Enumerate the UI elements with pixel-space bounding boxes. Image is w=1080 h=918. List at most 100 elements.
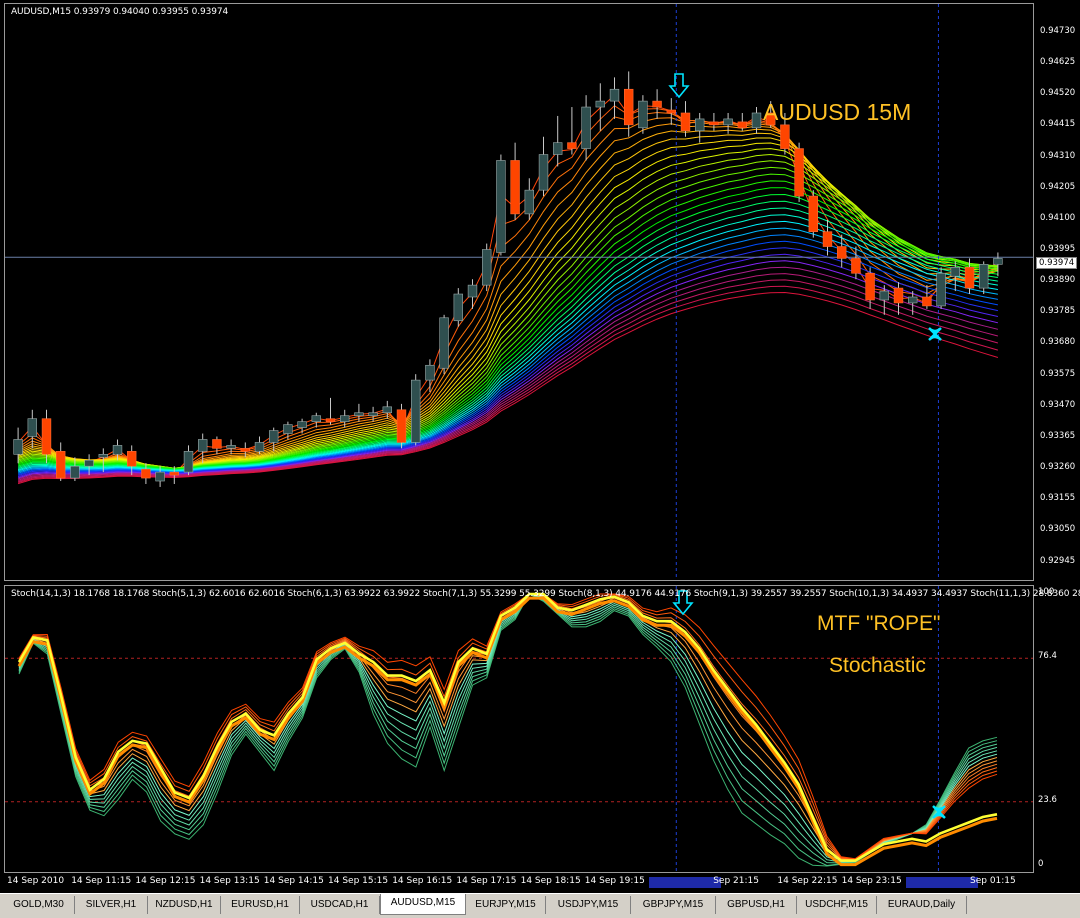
price-tick-label: 0.94625	[1040, 57, 1076, 67]
bull-candle	[268, 430, 279, 443]
ma-ribbon-line	[17, 253, 999, 478]
price-chart-canvas[interactable]	[5, 4, 1033, 580]
ma-ribbon-line	[17, 142, 998, 469]
bull-candle	[339, 415, 350, 422]
time-tick-label	[649, 877, 721, 888]
chart-tab[interactable]: SILVER,H1	[75, 896, 148, 914]
bear-candle	[567, 142, 577, 149]
bull-candle	[467, 284, 478, 298]
bear-candle	[623, 88, 634, 126]
price-tick-label: 0.92945	[1040, 555, 1076, 566]
bull-candle	[538, 154, 549, 191]
bear-candle	[709, 121, 719, 126]
oscillator-pane[interactable]: Stoch(14,1,3) 18.1768 18.1768 Stoch(5,1,…	[4, 585, 1080, 873]
time-tick-label: 14 Sep 12:15	[135, 876, 196, 886]
bear-candle	[836, 246, 847, 259]
bear-candle	[396, 409, 407, 443]
time-tick-label: 14 Sep 14:15	[263, 876, 324, 886]
bull-candle	[410, 379, 421, 443]
bear-candle	[964, 267, 975, 289]
ma-ribbon-line	[17, 137, 998, 470]
time-tick-label: 14 Sep 16:15	[392, 876, 453, 886]
price-tick-label: 0.93890	[1040, 275, 1076, 286]
price-tick-label: 0.94730	[1040, 25, 1076, 36]
chart-title-overlay: AUDUSD 15M	[763, 99, 912, 125]
bull-candle	[112, 445, 123, 455]
chart-tab[interactable]: USDCHF,M15	[797, 896, 877, 914]
bull-candle	[354, 412, 364, 417]
price-tick-label: 0.93155	[1040, 493, 1076, 504]
bull-candle	[879, 290, 890, 301]
price-tick-label: 0.93050	[1040, 524, 1076, 535]
current-price-label: 0.93974	[1036, 257, 1078, 269]
chart-tab[interactable]: GOLD,M30	[3, 896, 75, 914]
bear-candle	[510, 160, 520, 215]
time-tick-label: 14 Sep 23:15	[841, 876, 902, 886]
price-tick-label: 0.94310	[1040, 150, 1076, 161]
ma-ribbon-line	[17, 117, 999, 472]
bear-candle	[325, 418, 336, 422]
bear-candle	[851, 258, 861, 274]
ma-ribbon-line	[17, 128, 998, 470]
bull-candle	[950, 267, 961, 277]
chart-tab[interactable]: EURUSD,H1	[221, 896, 300, 914]
chart-tab[interactable]: AUDUSD,M15	[380, 894, 466, 915]
bull-candle	[183, 451, 194, 473]
cross-icon	[928, 327, 942, 341]
price-tick-label: 0.93680	[1040, 337, 1076, 348]
bear-candle	[780, 124, 790, 149]
chart-tab[interactable]: USDJPY,M15	[546, 896, 631, 914]
ma-ribbon-line	[17, 266, 999, 480]
bull-candle	[84, 459, 94, 467]
time-tick-label: 14 Sep 18:15	[520, 876, 581, 886]
bear-candle	[808, 195, 819, 233]
chart-tab[interactable]: EURAUD,Daily	[877, 896, 967, 914]
ma-ribbon-line	[17, 291, 999, 485]
chart-tab[interactable]: NZDUSD,H1	[148, 896, 221, 914]
time-tick-label: Sep 01:15	[970, 876, 1016, 886]
chart-tab[interactable]: EURJPY,M15	[466, 896, 546, 914]
stochastic-tick-label: 23.6	[1038, 794, 1057, 805]
bear-candle	[652, 100, 662, 108]
bull-candle	[98, 454, 109, 458]
time-tick-label: 14 Sep 19:15	[584, 876, 645, 886]
price-chart-header: AUDUSD,M15 0.93979 0.94040 0.93955 0.939…	[11, 7, 229, 17]
bull-candle	[595, 100, 606, 108]
bull-candle	[70, 465, 80, 479]
bull-candle	[694, 118, 705, 132]
price-tick-label: 0.93995	[1040, 243, 1076, 254]
chart-tab[interactable]: USDCAD,H1	[300, 896, 380, 914]
bull-candle	[439, 317, 449, 369]
chart-tab[interactable]: GBPJPY,M15	[631, 896, 716, 914]
time-axis[interactable]: 14 Sep 2010 14 Sep 11:15 14 Sep 12:15 14 Se…	[4, 874, 1034, 890]
time-tick-label: 14 Sep 15:15	[328, 876, 389, 886]
bull-candle	[723, 118, 733, 126]
ma-ribbon-line	[17, 111, 999, 473]
bull-candle	[368, 412, 378, 417]
chart-tab[interactable]: GBPUSD,H1	[716, 896, 797, 914]
price-tick-label: 0.93365	[1040, 430, 1076, 441]
price-axis[interactable]: 0.94730 0.94625 0.94520 0.94415 0.94310 0.942…	[1035, 3, 1080, 873]
bull-candle	[382, 406, 393, 414]
bull-candle	[936, 272, 946, 307]
down-arrow-icon	[668, 73, 690, 99]
bull-candle	[453, 293, 464, 322]
ma-ribbon-line	[17, 187, 998, 470]
bear-candle	[794, 148, 804, 197]
price-tick-label: 0.93575	[1040, 368, 1076, 379]
bear-candle	[240, 448, 251, 452]
time-tick-label: Sep 21:15	[713, 876, 759, 886]
bear-candle	[126, 451, 137, 467]
chart-tab-bar: GOLD,M30 SILVER,H1 NZDUSD,H1 EURUSD,H1 USDCA…	[0, 893, 1080, 918]
price-tick-label: 0.94100	[1040, 212, 1076, 223]
time-tick-label: 14 Sep 13:15	[199, 876, 260, 886]
bull-candle	[907, 296, 918, 304]
price-tick-label: 0.94415	[1040, 119, 1076, 130]
trading-terminal: AUDUSD,M15 0.93979 0.94040 0.93955 0.939…	[0, 0, 1080, 918]
bull-candle	[311, 415, 322, 422]
price-chart-pane[interactable]: AUDUSD,M15 0.93979 0.94040 0.93955 0.939…	[4, 3, 1034, 581]
bull-candle	[283, 424, 293, 434]
bear-candle	[680, 112, 691, 132]
price-tick-label: 0.93260	[1040, 462, 1076, 473]
price-tick-label: 0.93470	[1040, 399, 1076, 410]
